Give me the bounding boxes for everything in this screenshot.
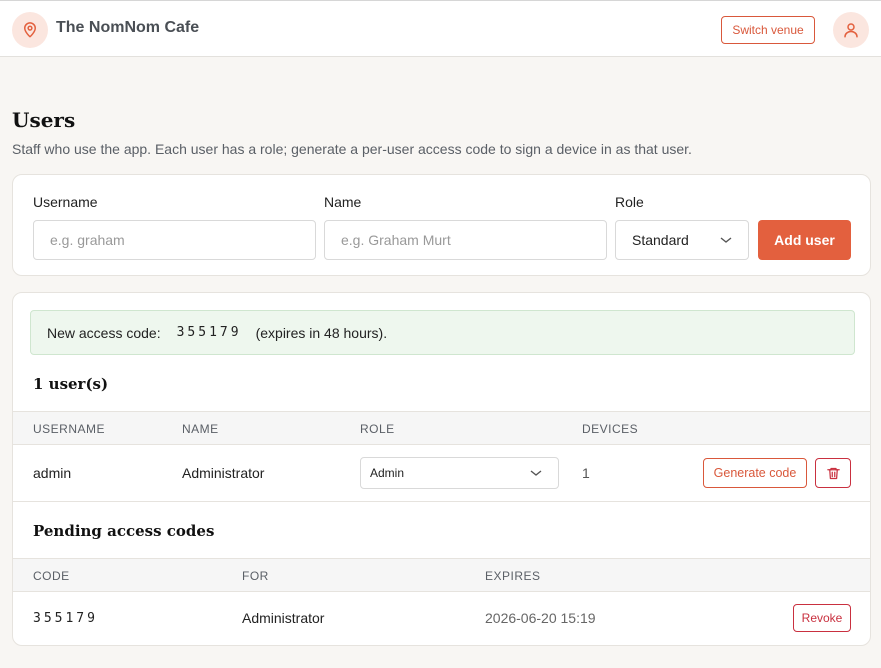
switch-venue-button[interactable]: Switch venue [721, 16, 815, 44]
pending-for: Administrator [242, 610, 325, 626]
user-name: Administrator [182, 465, 265, 481]
pending-expires: 2026-06-20 15:19 [485, 610, 596, 626]
trash-icon [826, 467, 840, 479]
generate-code-button[interactable]: Generate code [703, 458, 807, 488]
add-user-button[interactable]: Add user [758, 220, 851, 260]
pending-code: 355179 [33, 611, 98, 626]
users-card: New access code: 355179 (expires in 48 h… [12, 292, 871, 646]
add-user-form: Username e.g. graham Name e.g. Graham Mu… [12, 174, 871, 276]
notice-prefix: New access code: [47, 324, 161, 341]
top-bar: The NomNom Cafe Switch venue [0, 0, 881, 57]
delete-user-button[interactable] [815, 458, 851, 488]
notice-suffix: (expires in 48 hours). [255, 324, 388, 341]
user-username: admin [33, 465, 72, 481]
username-input[interactable]: e.g. graham [33, 220, 316, 260]
users-table-header: USERNAME NAME ROLE DEVICES [13, 411, 870, 445]
users-count-title: 1 user(s) [33, 375, 109, 393]
page-title: Users [12, 108, 76, 132]
notice-code: 355179 [176, 325, 242, 340]
col-code: CODE [33, 569, 70, 583]
revoke-button[interactable]: Revoke [793, 604, 851, 632]
chevron-down-icon [720, 237, 732, 243]
row-divider [13, 501, 870, 502]
col-username: USERNAME [33, 422, 106, 436]
name-input[interactable]: e.g. Graham Murt [324, 220, 607, 260]
col-for: FOR [242, 569, 269, 583]
page-description: Staff who use the app. Each user has a r… [12, 141, 692, 157]
chevron-down-icon [530, 470, 542, 476]
user-role-value: Admin [370, 466, 405, 480]
col-expires: EXPIRES [485, 569, 541, 583]
pending-codes-title: Pending access codes [33, 522, 215, 540]
role-select[interactable]: Standard [615, 220, 749, 260]
user-devices: 1 [582, 465, 590, 481]
user-icon[interactable] [833, 12, 869, 48]
pending-table-header: CODE FOR EXPIRES [13, 558, 870, 592]
new-code-notice: New access code: 355179 (expires in 48 h… [30, 310, 855, 355]
col-role: ROLE [360, 422, 395, 436]
user-role-select[interactable]: Admin [360, 457, 559, 489]
role-label: Role [615, 194, 644, 210]
role-select-value: Standard [632, 232, 689, 248]
map-pin-icon [12, 12, 48, 48]
name-label: Name [324, 194, 362, 210]
col-devices: DEVICES [582, 422, 639, 436]
app-title: The NomNom Cafe [56, 19, 200, 36]
username-label: Username [33, 194, 98, 210]
col-name: NAME [182, 422, 219, 436]
